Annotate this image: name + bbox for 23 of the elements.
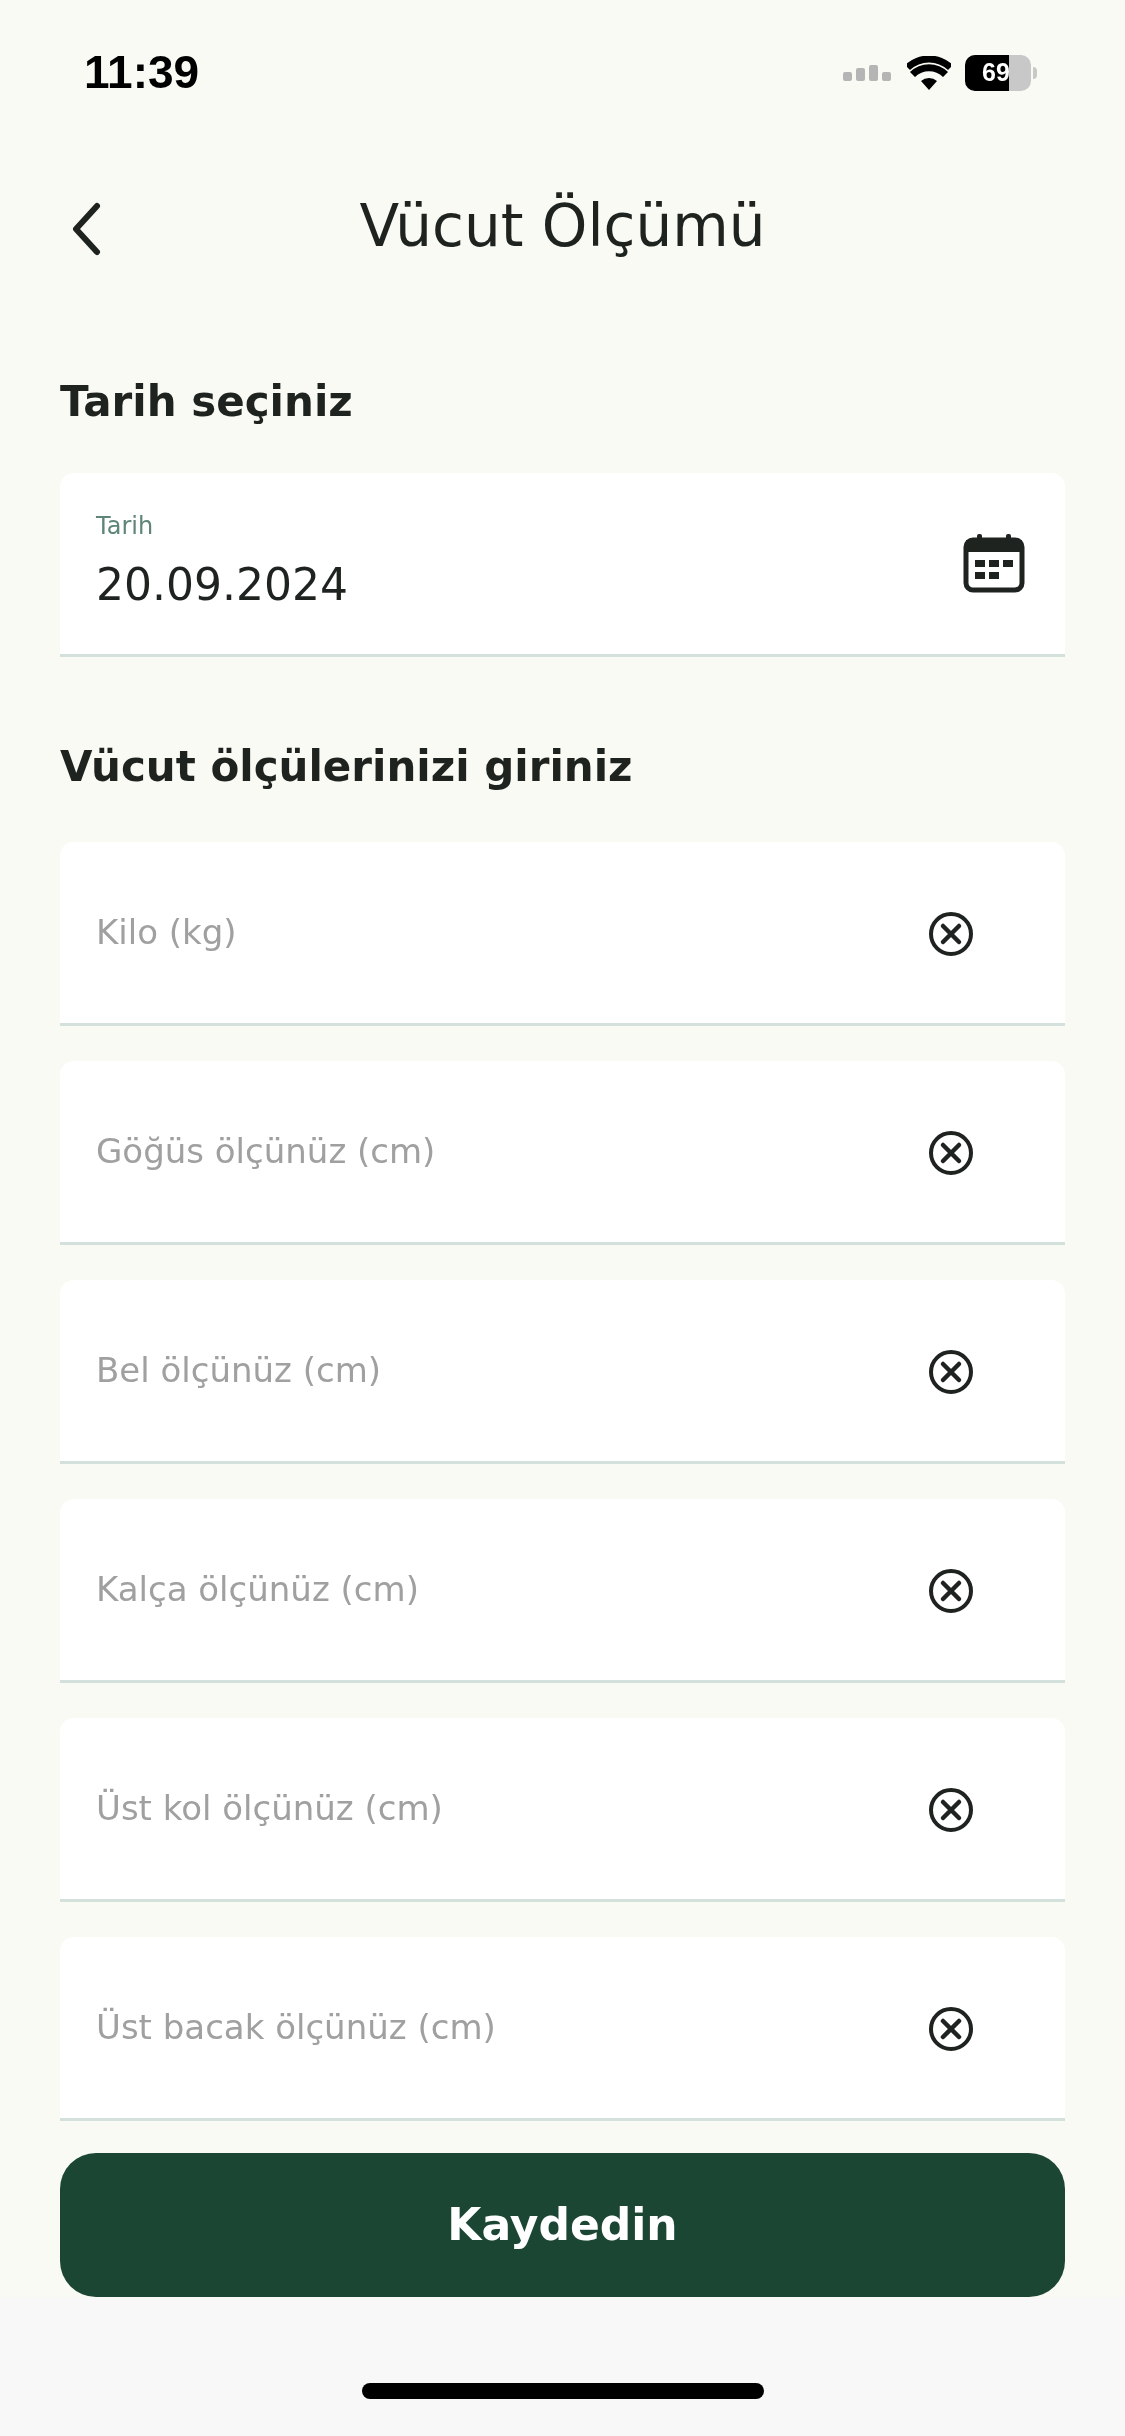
clear-icon[interactable]	[928, 910, 974, 957]
section-heading: Vücut ölçülerinizi giriniz	[60, 740, 634, 793]
clear-icon[interactable]	[928, 2005, 974, 2052]
section-heading: Tarih seçiniz	[60, 375, 354, 428]
clear-icon[interactable]	[928, 1348, 974, 1395]
measurement-field[interactable]: Bel ölçünüz (cm)	[60, 1279, 1065, 1464]
back-icon[interactable]	[71, 202, 101, 257]
clear-icon[interactable]	[928, 1129, 974, 1176]
signal-icon	[843, 62, 893, 83]
page-title: Vücut Ölçümü	[359, 191, 766, 262]
measurement-field[interactable]: Üst kol ölçünüz (cm)	[60, 1717, 1065, 1902]
measurement-field[interactable]: Üst bacak ölçünüz (cm)	[60, 1936, 1065, 2121]
measurement-field[interactable]: Kalça ölçünüz (cm)	[60, 1498, 1065, 1683]
save-button[interactable]: Kaydedin	[60, 2152, 1065, 2297]
wifi-icon	[907, 55, 951, 90]
clear-icon[interactable]	[928, 1786, 974, 1833]
measurement-field[interactable]: Göğüs ölçünüz (cm)	[60, 1060, 1065, 1245]
battery-indicator: 69	[965, 54, 1037, 91]
calendar-icon[interactable]	[963, 533, 1025, 594]
date-field[interactable]: Tarih 20.09.2024	[60, 472, 1065, 657]
clear-icon[interactable]	[928, 1567, 974, 1614]
status-time: 11:39	[84, 45, 200, 101]
measurement-field[interactable]: Kilo (kg)	[60, 841, 1065, 1026]
